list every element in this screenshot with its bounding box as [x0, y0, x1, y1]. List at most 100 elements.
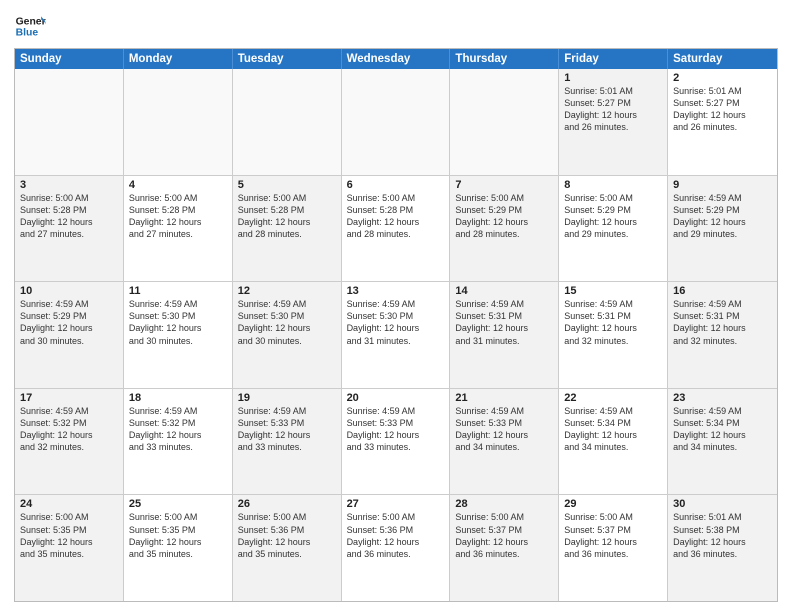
cell-info: Sunrise: 5:00 AM Sunset: 5:36 PM Dayligh…	[238, 511, 336, 560]
cell-info: Sunrise: 5:00 AM Sunset: 5:37 PM Dayligh…	[564, 511, 662, 560]
cell-info: Sunrise: 4:59 AM Sunset: 5:31 PM Dayligh…	[673, 298, 772, 347]
day-number: 22	[564, 392, 662, 404]
day-number: 2	[673, 72, 772, 84]
day-number: 18	[129, 392, 227, 404]
cell-info: Sunrise: 5:00 AM Sunset: 5:35 PM Dayligh…	[129, 511, 227, 560]
calendar-cell: 24Sunrise: 5:00 AM Sunset: 5:35 PM Dayli…	[15, 495, 124, 601]
day-number: 17	[20, 392, 118, 404]
calendar-cell: 1Sunrise: 5:01 AM Sunset: 5:27 PM Daylig…	[559, 69, 668, 175]
cell-info: Sunrise: 5:00 AM Sunset: 5:28 PM Dayligh…	[129, 192, 227, 241]
day-number: 27	[347, 498, 445, 510]
day-number: 7	[455, 179, 553, 191]
day-number: 4	[129, 179, 227, 191]
calendar-cell	[15, 69, 124, 175]
header-day-wednesday: Wednesday	[342, 49, 451, 69]
calendar: SundayMondayTuesdayWednesdayThursdayFrid…	[14, 48, 778, 602]
day-number: 21	[455, 392, 553, 404]
day-number: 11	[129, 285, 227, 297]
cell-info: Sunrise: 5:00 AM Sunset: 5:29 PM Dayligh…	[564, 192, 662, 241]
day-number: 29	[564, 498, 662, 510]
logo: General Blue	[14, 10, 46, 42]
calendar-cell: 15Sunrise: 4:59 AM Sunset: 5:31 PM Dayli…	[559, 282, 668, 388]
cell-info: Sunrise: 4:59 AM Sunset: 5:34 PM Dayligh…	[673, 405, 772, 454]
cell-info: Sunrise: 4:59 AM Sunset: 5:29 PM Dayligh…	[673, 192, 772, 241]
calendar-cell: 11Sunrise: 4:59 AM Sunset: 5:30 PM Dayli…	[124, 282, 233, 388]
day-number: 14	[455, 285, 553, 297]
day-number: 3	[20, 179, 118, 191]
calendar-cell: 27Sunrise: 5:00 AM Sunset: 5:36 PM Dayli…	[342, 495, 451, 601]
calendar-cell: 6Sunrise: 5:00 AM Sunset: 5:28 PM Daylig…	[342, 176, 451, 282]
day-number: 9	[673, 179, 772, 191]
day-number: 13	[347, 285, 445, 297]
calendar-cell: 22Sunrise: 4:59 AM Sunset: 5:34 PM Dayli…	[559, 389, 668, 495]
header-day-friday: Friday	[559, 49, 668, 69]
header: General Blue	[14, 10, 778, 42]
header-day-sunday: Sunday	[15, 49, 124, 69]
day-number: 30	[673, 498, 772, 510]
calendar-cell: 28Sunrise: 5:00 AM Sunset: 5:37 PM Dayli…	[450, 495, 559, 601]
cell-info: Sunrise: 4:59 AM Sunset: 5:33 PM Dayligh…	[455, 405, 553, 454]
cell-info: Sunrise: 5:00 AM Sunset: 5:28 PM Dayligh…	[347, 192, 445, 241]
calendar-cell: 4Sunrise: 5:00 AM Sunset: 5:28 PM Daylig…	[124, 176, 233, 282]
header-day-monday: Monday	[124, 49, 233, 69]
day-number: 10	[20, 285, 118, 297]
cell-info: Sunrise: 4:59 AM Sunset: 5:32 PM Dayligh…	[20, 405, 118, 454]
calendar-cell: 3Sunrise: 5:00 AM Sunset: 5:28 PM Daylig…	[15, 176, 124, 282]
calendar-row-4: 17Sunrise: 4:59 AM Sunset: 5:32 PM Dayli…	[15, 388, 777, 495]
calendar-cell	[124, 69, 233, 175]
logo-icon: General Blue	[14, 10, 46, 42]
calendar-cell: 9Sunrise: 4:59 AM Sunset: 5:29 PM Daylig…	[668, 176, 777, 282]
calendar-cell: 26Sunrise: 5:00 AM Sunset: 5:36 PM Dayli…	[233, 495, 342, 601]
day-number: 25	[129, 498, 227, 510]
calendar-cell	[342, 69, 451, 175]
day-number: 23	[673, 392, 772, 404]
calendar-cell: 10Sunrise: 4:59 AM Sunset: 5:29 PM Dayli…	[15, 282, 124, 388]
calendar-header: SundayMondayTuesdayWednesdayThursdayFrid…	[15, 49, 777, 69]
cell-info: Sunrise: 4:59 AM Sunset: 5:31 PM Dayligh…	[564, 298, 662, 347]
cell-info: Sunrise: 5:00 AM Sunset: 5:35 PM Dayligh…	[20, 511, 118, 560]
calendar-cell: 20Sunrise: 4:59 AM Sunset: 5:33 PM Dayli…	[342, 389, 451, 495]
day-number: 19	[238, 392, 336, 404]
day-number: 5	[238, 179, 336, 191]
calendar-body: 1Sunrise: 5:01 AM Sunset: 5:27 PM Daylig…	[15, 69, 777, 601]
calendar-cell: 17Sunrise: 4:59 AM Sunset: 5:32 PM Dayli…	[15, 389, 124, 495]
cell-info: Sunrise: 5:00 AM Sunset: 5:37 PM Dayligh…	[455, 511, 553, 560]
day-number: 8	[564, 179, 662, 191]
calendar-cell: 21Sunrise: 4:59 AM Sunset: 5:33 PM Dayli…	[450, 389, 559, 495]
calendar-row-2: 3Sunrise: 5:00 AM Sunset: 5:28 PM Daylig…	[15, 175, 777, 282]
calendar-cell: 7Sunrise: 5:00 AM Sunset: 5:29 PM Daylig…	[450, 176, 559, 282]
calendar-cell: 12Sunrise: 4:59 AM Sunset: 5:30 PM Dayli…	[233, 282, 342, 388]
cell-info: Sunrise: 5:00 AM Sunset: 5:28 PM Dayligh…	[238, 192, 336, 241]
page: General Blue SundayMondayTuesdayWednesda…	[0, 0, 792, 612]
cell-info: Sunrise: 5:00 AM Sunset: 5:36 PM Dayligh…	[347, 511, 445, 560]
calendar-cell: 19Sunrise: 4:59 AM Sunset: 5:33 PM Dayli…	[233, 389, 342, 495]
calendar-cell: 14Sunrise: 4:59 AM Sunset: 5:31 PM Dayli…	[450, 282, 559, 388]
cell-info: Sunrise: 4:59 AM Sunset: 5:32 PM Dayligh…	[129, 405, 227, 454]
cell-info: Sunrise: 4:59 AM Sunset: 5:31 PM Dayligh…	[455, 298, 553, 347]
cell-info: Sunrise: 4:59 AM Sunset: 5:33 PM Dayligh…	[347, 405, 445, 454]
cell-info: Sunrise: 4:59 AM Sunset: 5:30 PM Dayligh…	[347, 298, 445, 347]
cell-info: Sunrise: 4:59 AM Sunset: 5:33 PM Dayligh…	[238, 405, 336, 454]
calendar-row-5: 24Sunrise: 5:00 AM Sunset: 5:35 PM Dayli…	[15, 494, 777, 601]
calendar-cell	[233, 69, 342, 175]
calendar-cell: 23Sunrise: 4:59 AM Sunset: 5:34 PM Dayli…	[668, 389, 777, 495]
cell-info: Sunrise: 5:01 AM Sunset: 5:27 PM Dayligh…	[673, 85, 772, 134]
calendar-cell	[450, 69, 559, 175]
cell-info: Sunrise: 4:59 AM Sunset: 5:29 PM Dayligh…	[20, 298, 118, 347]
calendar-cell: 8Sunrise: 5:00 AM Sunset: 5:29 PM Daylig…	[559, 176, 668, 282]
cell-info: Sunrise: 5:00 AM Sunset: 5:28 PM Dayligh…	[20, 192, 118, 241]
calendar-cell: 18Sunrise: 4:59 AM Sunset: 5:32 PM Dayli…	[124, 389, 233, 495]
header-day-saturday: Saturday	[668, 49, 777, 69]
cell-info: Sunrise: 4:59 AM Sunset: 5:30 PM Dayligh…	[129, 298, 227, 347]
calendar-cell: 16Sunrise: 4:59 AM Sunset: 5:31 PM Dayli…	[668, 282, 777, 388]
cell-info: Sunrise: 5:01 AM Sunset: 5:27 PM Dayligh…	[564, 85, 662, 134]
day-number: 12	[238, 285, 336, 297]
calendar-cell: 2Sunrise: 5:01 AM Sunset: 5:27 PM Daylig…	[668, 69, 777, 175]
header-day-tuesday: Tuesday	[233, 49, 342, 69]
cell-info: Sunrise: 4:59 AM Sunset: 5:34 PM Dayligh…	[564, 405, 662, 454]
cell-info: Sunrise: 5:00 AM Sunset: 5:29 PM Dayligh…	[455, 192, 553, 241]
cell-info: Sunrise: 5:01 AM Sunset: 5:38 PM Dayligh…	[673, 511, 772, 560]
calendar-cell: 25Sunrise: 5:00 AM Sunset: 5:35 PM Dayli…	[124, 495, 233, 601]
calendar-cell: 5Sunrise: 5:00 AM Sunset: 5:28 PM Daylig…	[233, 176, 342, 282]
svg-text:Blue: Blue	[16, 28, 39, 39]
